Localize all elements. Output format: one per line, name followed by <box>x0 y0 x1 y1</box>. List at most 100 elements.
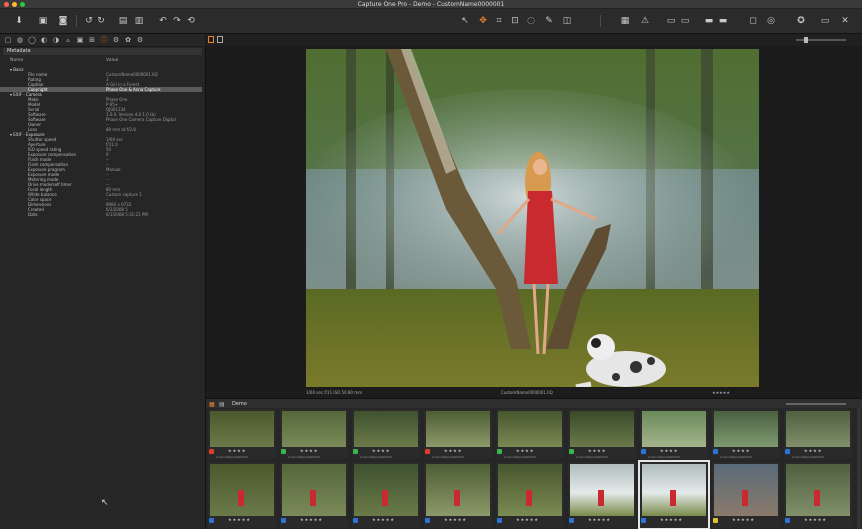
color-tag[interactable] <box>425 449 430 454</box>
close-viewer-icon[interactable]: ▭ <box>820 16 830 26</box>
thumbnail-rating[interactable]: ★★★★ <box>516 448 534 453</box>
thumbnail[interactable]: ★★★★ CustomName000000 <box>784 409 852 459</box>
thumbnail[interactable]: ★★★★ CustomName000000 <box>352 409 420 459</box>
color-tag[interactable] <box>425 518 430 523</box>
browser-grid-icon[interactable]: ▦ <box>209 401 215 408</box>
composition-tab-icon[interactable]: ⊞ <box>88 36 96 44</box>
redo-icon[interactable]: ↷ <box>172 16 182 26</box>
rotate-left-icon[interactable]: ↺ <box>84 16 94 26</box>
exposure-tab-icon[interactable]: ◑ <box>52 36 60 44</box>
thumbnail[interactable]: ★★★★★ <box>784 462 852 528</box>
thumbnail-rating[interactable]: ★★★★★ <box>732 517 755 522</box>
metadata-row[interactable]: Date 6/1/2008 5:31:21 PM <box>0 212 202 217</box>
color-tag[interactable] <box>569 518 574 523</box>
thumbnail-rating[interactable]: ★★★★ <box>228 448 246 453</box>
help-icon[interactable]: ✪ <box>796 16 806 26</box>
gradient-icon[interactable]: ◫ <box>562 16 572 26</box>
thumbnail-rating[interactable]: ★★★★★ <box>228 517 251 522</box>
panel-title[interactable]: Metadata <box>3 48 202 55</box>
thumbnail[interactable]: ★★★★★ <box>208 462 276 528</box>
library-tab-icon[interactable]: ▢ <box>4 36 12 44</box>
library-icon[interactable]: ▣ <box>38 16 48 26</box>
thumbnail[interactable]: ★★★★★ <box>352 462 420 528</box>
color-tab-icon[interactable]: ◐ <box>40 36 48 44</box>
local-tab-icon[interactable]: ▣ <box>76 36 84 44</box>
thumbnail-size-slider[interactable] <box>786 403 846 405</box>
metadata-tab-icon[interactable]: ⓘ <box>100 36 108 44</box>
color-tag[interactable] <box>713 449 718 454</box>
thumbnail-rating[interactable]: ★★★★★ <box>300 517 323 522</box>
color-tag[interactable] <box>497 449 502 454</box>
thumbnail-rating[interactable]: ★★★★ <box>372 448 390 453</box>
zoom-slider-handle[interactable] <box>804 37 808 43</box>
image-rating[interactable]: ★★★★★ <box>712 388 730 398</box>
camera-icon[interactable]: ◙ <box>58 16 68 26</box>
brush-icon[interactable]: ✎ <box>544 16 554 26</box>
crop-tool-icon[interactable]: ✥ <box>478 16 488 26</box>
thumbnail[interactable]: ★★★★ CustomName000000 <box>496 409 564 459</box>
settings-icon[interactable]: ◎ <box>766 16 776 26</box>
proof-icon[interactable]: ▬ <box>718 16 728 26</box>
thumbnail[interactable]: ★★★★ CustomName000000 <box>568 409 636 459</box>
lens-tab-icon[interactable]: ◯ <box>28 36 36 44</box>
folder-icon[interactable]: ▤ <box>118 16 128 26</box>
single-view-icon[interactable] <box>208 36 214 43</box>
browser-list-icon[interactable]: ▤ <box>219 401 225 408</box>
output-tab-icon[interactable]: ⚙ <box>112 36 120 44</box>
adjust-tab-icon[interactable]: ✿ <box>124 36 132 44</box>
grid-icon[interactable]: ▦ <box>620 16 630 26</box>
thumbnail[interactable]: ★★★★★ <box>568 462 636 528</box>
browser-scrollbar[interactable] <box>857 408 861 529</box>
exposure-warning-icon[interactable]: ⚠ <box>640 16 650 26</box>
thumbnail-rating[interactable]: ★★★★ <box>660 448 678 453</box>
thumbnail[interactable]: ★★★★ CustomName000000 <box>280 409 348 459</box>
color-tag[interactable] <box>713 518 718 523</box>
main-photo[interactable] <box>306 49 759 387</box>
color-tag[interactable] <box>785 518 790 523</box>
batch-tab-icon[interactable]: ⚙ <box>136 36 144 44</box>
thumbnail-rating[interactable]: ★★★★★ <box>372 517 395 522</box>
multi-view-icon[interactable] <box>217 36 223 43</box>
compare-icon[interactable]: ▭ <box>666 16 676 26</box>
thumbnail[interactable]: ★★★★★ <box>496 462 564 528</box>
reset-icon[interactable]: ⟲ <box>186 16 196 26</box>
proof2-icon[interactable]: ◻ <box>748 16 758 26</box>
thumbnail-rating[interactable]: ★★★★ <box>588 448 606 453</box>
thumbnail[interactable]: ★★★★★ <box>424 462 492 528</box>
thumbnail-rating[interactable]: ★★★★★ <box>516 517 539 522</box>
spot-icon[interactable]: ◌ <box>526 16 536 26</box>
color-tag[interactable] <box>569 449 574 454</box>
trash-icon[interactable]: ▥ <box>134 16 144 26</box>
thumbnail-rating[interactable]: ★★★★★ <box>660 517 683 522</box>
color-tag[interactable] <box>785 449 790 454</box>
browser-tab-demo[interactable]: Demo <box>232 401 247 407</box>
color-tag[interactable] <box>209 449 214 454</box>
image-viewer[interactable] <box>206 47 862 387</box>
thumbnail[interactable]: ★★★★ CustomName000000 <box>640 409 708 459</box>
color-tag[interactable] <box>497 518 502 523</box>
viewer-icon[interactable]: ▭ <box>680 16 690 26</box>
rotate-right-icon[interactable]: ↻ <box>96 16 106 26</box>
color-tag[interactable] <box>353 449 358 454</box>
capture-tab-icon[interactable]: ◍ <box>16 36 24 44</box>
thumbnail-rating[interactable]: ★★★★★ <box>588 517 611 522</box>
color-tag[interactable] <box>641 518 646 523</box>
color-tag[interactable] <box>281 449 286 454</box>
thumbnail-rating[interactable]: ★★★★ <box>444 448 462 453</box>
color-tag[interactable] <box>209 518 214 523</box>
keystone-icon[interactable]: ⊡ <box>510 16 520 26</box>
thumbnail[interactable]: ★★★★★ <box>280 462 348 528</box>
thumbnail[interactable]: ★★★★★ <box>638 460 710 529</box>
thumbnail[interactable]: ★★★★ CustomName000000 <box>208 409 276 459</box>
thumbnail-rating[interactable]: ★★★★ <box>732 448 750 453</box>
color-tag[interactable] <box>353 518 358 523</box>
field-value[interactable]: 6/1/2008 5:31:21 PM <box>106 212 148 217</box>
thumbnail-rating[interactable]: ★★★★★ <box>804 517 827 522</box>
thumbnail-rating[interactable]: ★★★★★ <box>444 517 467 522</box>
cursor-tool-icon[interactable]: ↖ <box>460 16 470 26</box>
thumbnail[interactable]: ★★★★ CustomName000000 <box>712 409 780 459</box>
thumbnail-rating[interactable]: ★★★★ <box>804 448 822 453</box>
thumbnail-rating[interactable]: ★★★★ <box>300 448 318 453</box>
straighten-icon[interactable]: ⌗ <box>494 16 504 26</box>
undo-icon[interactable]: ↶ <box>158 16 168 26</box>
